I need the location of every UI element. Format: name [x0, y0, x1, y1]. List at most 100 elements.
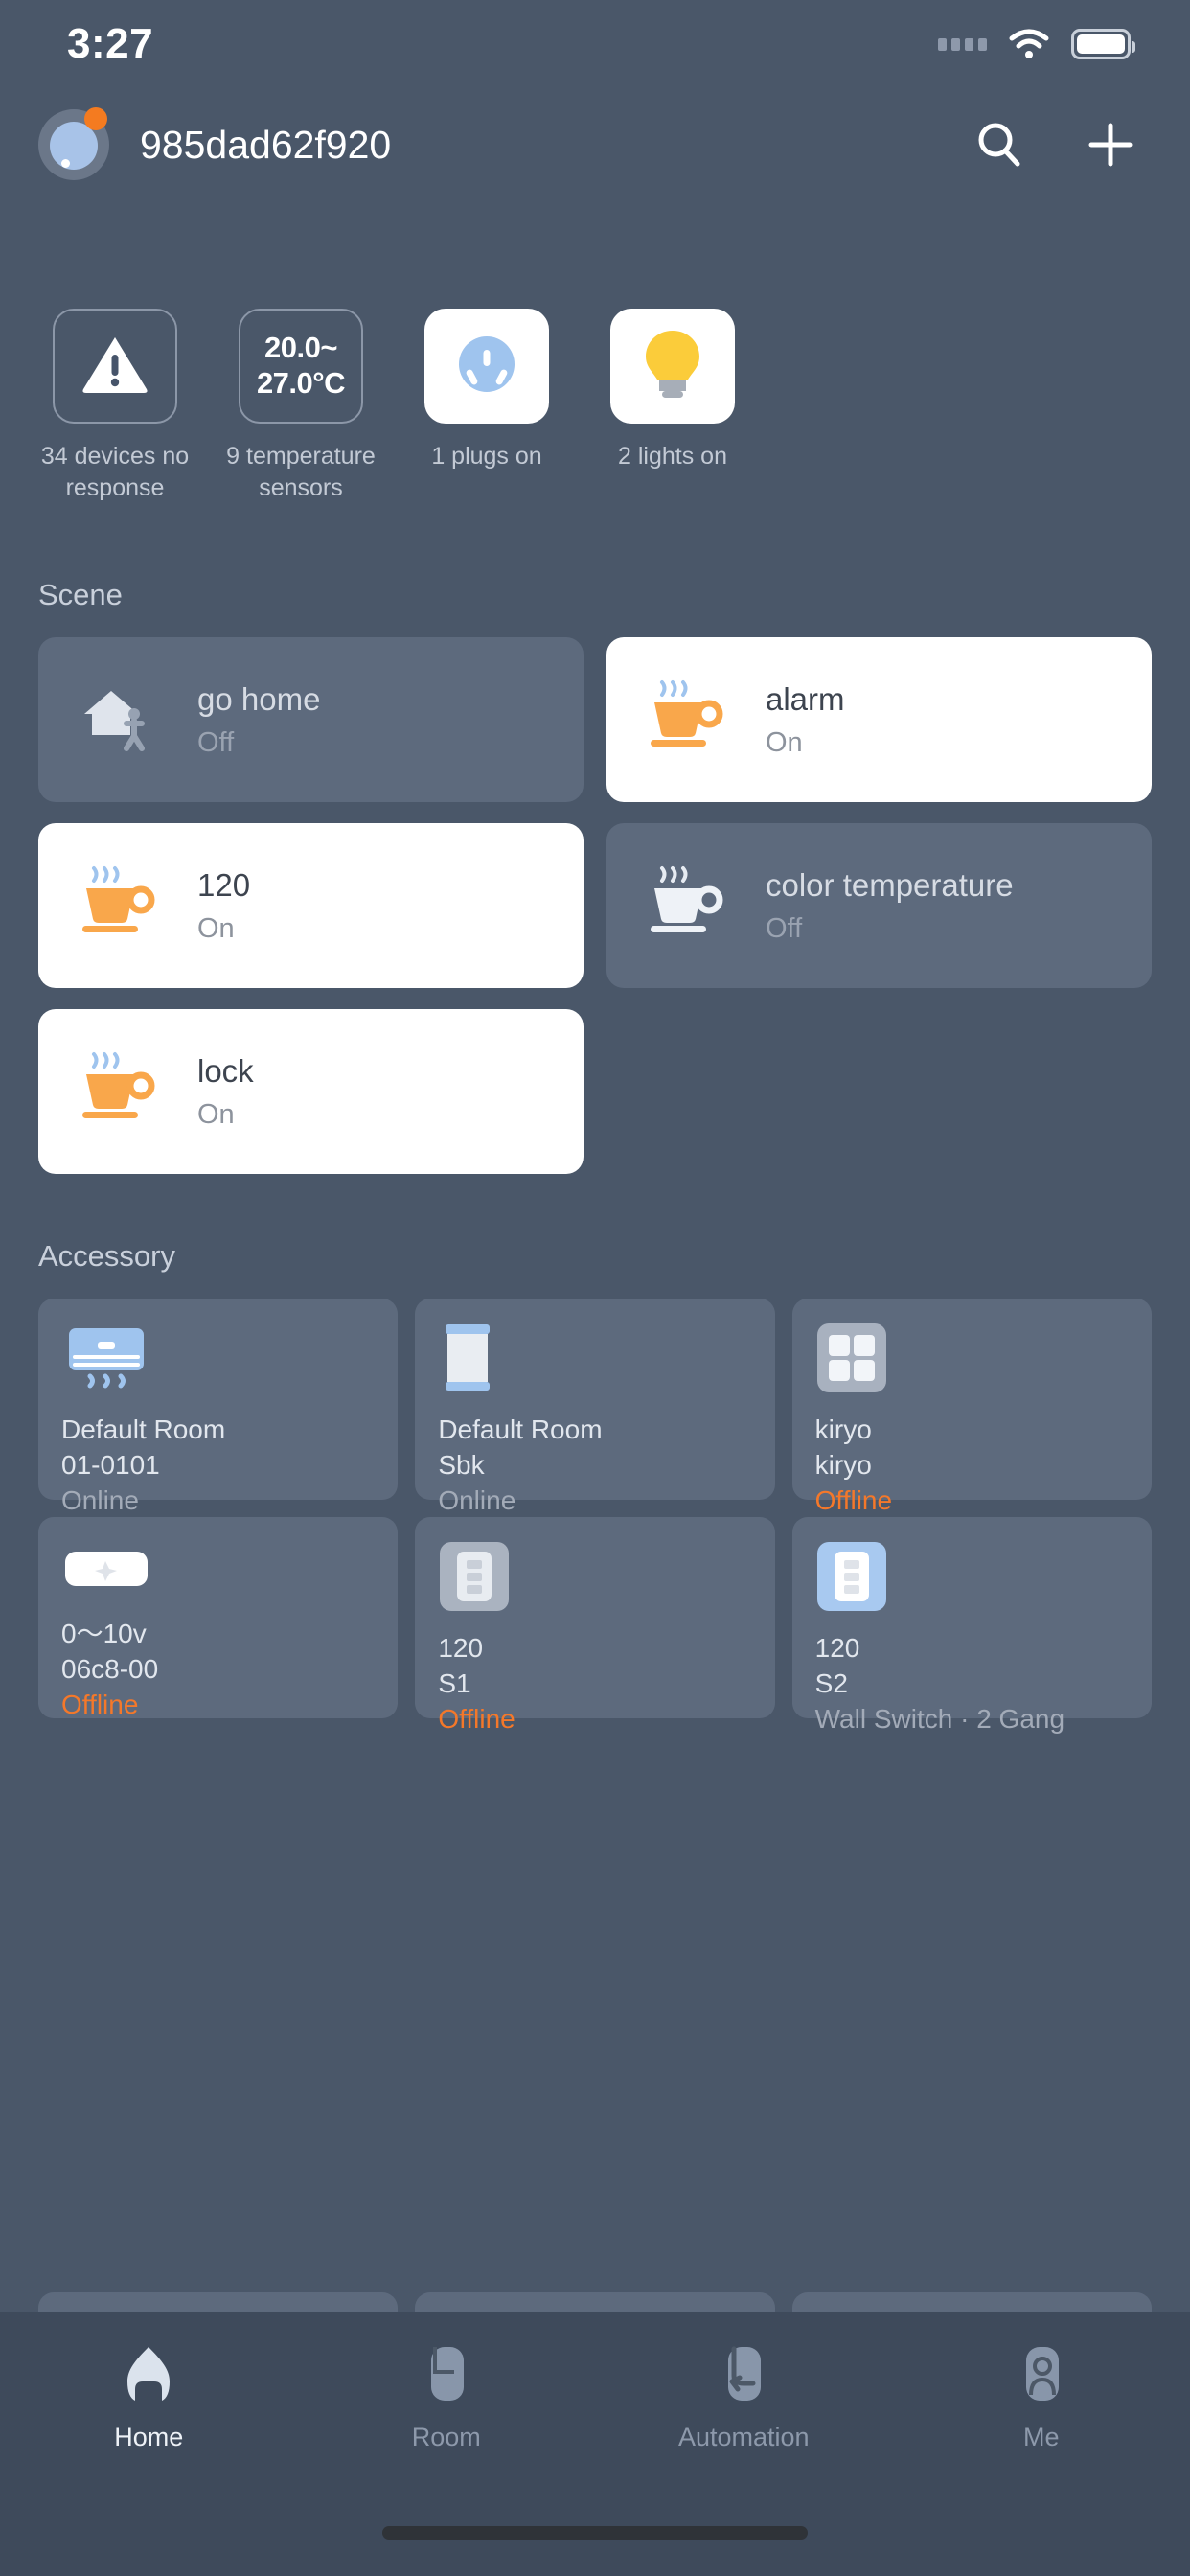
accessory-card-line2: kiryo: [814, 1450, 872, 1481]
scene-card-color-temperature[interactable]: color temperature Off: [606, 823, 1152, 988]
tab-room-label: Room: [411, 2423, 481, 2451]
scene-card-name: lock: [197, 1052, 254, 1089]
notification-badge: [84, 107, 107, 130]
accessory-card-06c8-00[interactable]: 0～10v 06c8-00 Offline: [38, 1517, 399, 1721]
scene-card-name: alarm: [766, 680, 845, 717]
person-icon: [1007, 2341, 1076, 2415]
signal-dots-icon: [938, 37, 987, 51]
accessory-card-status: Offline: [438, 1704, 515, 1735]
accessory-card-texts: 120 S1 Offline: [438, 1632, 751, 1736]
summary-tile-no-response[interactable]: 34 devices no response: [38, 309, 192, 503]
accessory-card-icon: [438, 1540, 751, 1618]
accessory-card-line2: Sbk: [438, 1450, 485, 1481]
accessory-card-icon: [61, 1323, 375, 1396]
tab-room[interactable]: Room: [298, 2341, 596, 2452]
accessory-section: Default Room 01-0101 Online Default Room…: [0, 1299, 1190, 1734]
scene-card-state: Off: [766, 912, 803, 944]
home-name[interactable]: 985dad62f920: [140, 123, 972, 168]
scene-card-state: On: [197, 912, 235, 944]
scene-card-120[interactable]: 120 On: [38, 823, 584, 988]
accessory-grid: Default Room 01-0101 Online Default Room…: [38, 1299, 1152, 1734]
battery-full-icon: [1071, 29, 1135, 59]
accessory-card-s2[interactable]: 120 S2 Wall Switch · 2 Gang: [791, 1517, 1152, 1734]
status-bar-time: 3:27: [67, 20, 154, 67]
summary-tile-label: 1 plugs on: [431, 443, 542, 470]
accessory-card-line1: 0～10v: [61, 1619, 147, 1648]
accessory-card-line1: Default Room: [438, 1414, 603, 1444]
accessory-card-icon: [438, 1323, 751, 1396]
avatar[interactable]: [38, 107, 109, 180]
summary-tile-plugs[interactable]: 1 plugs on: [410, 309, 563, 472]
accessory-card-texts: kiryo kiryo Offline: [815, 1414, 1129, 1517]
scene-card-go-home[interactable]: go home Off: [38, 637, 584, 802]
accessory-card-s1[interactable]: 120 S1 Offline: [415, 1517, 775, 1734]
scene-card-state: On: [197, 1098, 235, 1130]
summary-tile-lights[interactable]: 2 lights on: [596, 309, 749, 472]
scene-card-name: go home: [197, 680, 321, 717]
summary-tiles: 34 devices no response 20.0~ 27.0°C 9 tem…: [0, 201, 1190, 503]
bottom-tabbar: Home Room Automation Me: [0, 2312, 1190, 2576]
accessory-card-status: Wall Switch · 2 Gang: [814, 1704, 1065, 1735]
scene-card-alarm[interactable]: alarm On: [606, 637, 1152, 802]
accessory-card-line1: Default Room: [61, 1414, 226, 1444]
tab-home-label: Home: [114, 2423, 184, 2451]
status-bar: 3:27: [0, 0, 1190, 88]
accessory-card-texts: Default Room Sbk Online: [438, 1414, 751, 1517]
wall-switch-gray-icon: [438, 1540, 511, 1618]
tab-me[interactable]: Me: [893, 2341, 1190, 2452]
tab-automation-label: Automation: [677, 2423, 810, 2451]
dimmer-module-icon: [61, 1542, 151, 1600]
scene-grid: go home Off alarm On 120 On color temper…: [38, 637, 1152, 1174]
summary-tile-box: [610, 309, 735, 424]
accessory-card-sbk[interactable]: Default Room Sbk Online: [415, 1299, 775, 1515]
room-icon: [412, 2341, 481, 2415]
accessory-card-icon: [815, 1322, 1129, 1399]
coffee-cup-icon: [643, 679, 727, 761]
accessory-card-line2: S1: [438, 1668, 471, 1699]
accessory-card-icon: [61, 1542, 375, 1600]
summary-tile-label: 2 lights on: [618, 443, 727, 470]
accessory-card-line2: S2: [814, 1668, 848, 1699]
four-gang-switch-icon: [815, 1322, 888, 1399]
scene-card-name: 120: [197, 866, 251, 903]
summary-tile-box: 20.0~ 27.0°C: [239, 309, 363, 424]
curtain-icon: [438, 1321, 497, 1400]
scene-card-texts: color temperature Off: [766, 867, 1014, 945]
scene-card-texts: 120 On: [197, 867, 250, 945]
wifi-icon: [1008, 29, 1050, 59]
scene-card-texts: go home Off: [197, 681, 320, 759]
accessory-card-status: Online: [438, 1485, 516, 1516]
scene-card-lock[interactable]: lock On: [38, 1009, 584, 1174]
accessory-card-status: Online: [61, 1485, 139, 1516]
accessory-card-status: Offline: [814, 1485, 893, 1516]
status-bar-indicators: [938, 29, 1135, 59]
warning-triangle-icon: [80, 332, 150, 402]
accessory-section-title: Accessory: [38, 1239, 175, 1273]
tab-home[interactable]: Home: [0, 2341, 298, 2452]
scene-section-title: Scene: [38, 578, 123, 611]
accessory-card-line2: 01-0101: [61, 1450, 160, 1481]
app-header: 985dad62f920: [0, 88, 1190, 201]
coffee-cup-icon: [643, 865, 727, 947]
summary-tile-temperature[interactable]: 20.0~ 27.0°C 9 temperature sensors: [224, 309, 378, 503]
accessory-card-01-0101[interactable]: Default Room 01-0101 Online: [38, 1299, 399, 1515]
summary-tile-box: [424, 309, 549, 424]
scene-card-name: color temperature: [766, 866, 1014, 903]
tab-automation[interactable]: Automation: [595, 2341, 893, 2452]
tab-me-label: Me: [1022, 2423, 1060, 2451]
search-icon[interactable]: [972, 117, 1027, 172]
avatar-dot: [61, 159, 70, 168]
scene-card-texts: alarm On: [766, 681, 845, 759]
home-indicator: [382, 2526, 808, 2540]
summary-tile-label: 34 devices no response: [40, 443, 190, 501]
plus-icon[interactable]: [1083, 117, 1138, 172]
accessory-card-kiryo[interactable]: kiryo kiryo Offline: [791, 1299, 1152, 1515]
accessory-card-line1: 120: [814, 1633, 860, 1663]
accessory-card-line2: 06c8-00: [61, 1654, 159, 1685]
light-bulb-icon: [640, 327, 705, 406]
automation-icon: [709, 2341, 778, 2415]
accessory-card-texts: 0～10v 06c8-00 Offline: [61, 1618, 375, 1721]
air-conditioner-icon: [61, 1322, 153, 1398]
accessory-card-icon: [815, 1541, 1129, 1615]
scene-card-texts: lock On: [197, 1053, 254, 1131]
